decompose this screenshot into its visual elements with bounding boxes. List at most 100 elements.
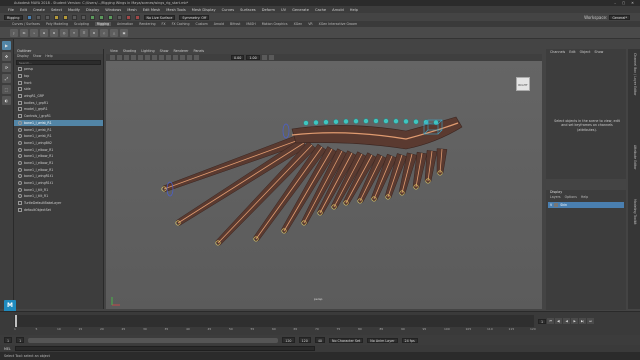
live-surface-dropdown[interactable]: No Live Surface bbox=[143, 14, 176, 20]
tab-edit[interactable]: Edit bbox=[569, 49, 575, 55]
outliner-item[interactable]: bone1_l_tilt_R1 bbox=[14, 186, 103, 193]
shelf-tool-icon[interactable]: ✦ bbox=[70, 28, 78, 37]
menu-edit-mesh[interactable]: Edit Mesh bbox=[143, 8, 161, 12]
color-management-icon[interactable] bbox=[268, 55, 274, 60]
play-backwards-icon[interactable]: ◀ bbox=[563, 318, 571, 324]
outliner-item[interactable]: defaultObjectSet bbox=[14, 206, 103, 213]
fps-dropdown[interactable]: 24 fps bbox=[401, 337, 418, 343]
range-start-field[interactable]: 1 bbox=[4, 337, 13, 343]
shelf-tab-mash[interactable]: MASH bbox=[246, 22, 255, 26]
viewcube[interactable]: RIGHT bbox=[516, 77, 530, 91]
outliner-item[interactable]: Controls_l_grpR1 bbox=[14, 113, 103, 120]
outliner-item[interactable]: bone1_l_wrist_R1 bbox=[14, 133, 103, 140]
tab-channel-box[interactable]: Channel Box / Layer Editor bbox=[633, 53, 637, 95]
range-inner-end-field[interactable]: 120 bbox=[282, 337, 295, 343]
select-hierarchy-icon[interactable] bbox=[71, 14, 77, 20]
shelf-tab-xgen[interactable]: XGen bbox=[294, 22, 303, 26]
outliner-item[interactable]: wingR1_GRP bbox=[14, 93, 103, 100]
viewport-canvas[interactable] bbox=[106, 61, 542, 309]
tab-channels[interactable]: Channels bbox=[550, 49, 565, 55]
outliner-item[interactable]: bone1_l_wingBlt2 bbox=[14, 140, 103, 147]
range-slider-bar[interactable] bbox=[28, 337, 279, 343]
menu-uv[interactable]: UV bbox=[281, 8, 286, 12]
layer-row[interactable]: V Skin bbox=[548, 202, 624, 208]
ipr-render-icon[interactable] bbox=[134, 14, 140, 20]
outliner-item[interactable]: bone1_l_wrist_R1 bbox=[14, 119, 103, 127]
current-frame-field[interactable]: 1 bbox=[538, 318, 547, 324]
outliner-item[interactable]: side bbox=[14, 86, 103, 93]
shelf-tab-fx-caching[interactable]: FX Caching bbox=[172, 22, 190, 26]
outliner-item[interactable]: bone1_l_wrist_R1 bbox=[14, 126, 103, 133]
maximize-button[interactable]: ▢ bbox=[622, 1, 625, 5]
tab-attribute-editor[interactable]: Attribute Editor bbox=[633, 145, 637, 170]
snap-point-icon[interactable] bbox=[107, 14, 113, 20]
menu-generate[interactable]: Generate bbox=[292, 8, 309, 12]
character-set-dropdown[interactable]: No Character Set bbox=[329, 337, 364, 343]
range-end-field[interactable]: 120 bbox=[298, 337, 311, 343]
shelf-tab-rendering[interactable]: Rendering bbox=[139, 22, 155, 26]
shelf-tab-rigging[interactable]: Rigging bbox=[94, 22, 111, 26]
move-tool-icon[interactable]: ✥ bbox=[2, 52, 11, 61]
outliner-item[interactable]: top bbox=[14, 73, 103, 80]
range-inner-start-field[interactable]: 1 bbox=[16, 337, 25, 343]
layer-menu-help[interactable]: Help bbox=[581, 195, 588, 200]
shelf-tab-animation[interactable]: Animation bbox=[117, 22, 133, 26]
symmetry-dropdown[interactable]: Symmetry: Off bbox=[179, 14, 210, 20]
shelf-tab-xgen-interactive-groom[interactable]: XGen Interactive Groom bbox=[319, 22, 358, 26]
menu-cache[interactable]: Cache bbox=[315, 8, 326, 12]
isolate-select-icon[interactable] bbox=[261, 55, 267, 60]
outliner-item[interactable]: bone1_l_elbow_R1 bbox=[14, 146, 103, 153]
outliner-menu-help[interactable]: Help bbox=[45, 54, 52, 59]
menu-deform[interactable]: Deform bbox=[262, 8, 275, 12]
shelf-tab-curves-surfaces[interactable]: Curves / Surfaces bbox=[12, 22, 40, 26]
history-icon[interactable] bbox=[116, 14, 122, 20]
shelf-tab-bifrost[interactable]: Bifrost bbox=[230, 22, 240, 26]
menu-create[interactable]: Create bbox=[33, 8, 45, 12]
outliner-item[interactable]: bone1_l_elbow_R1 bbox=[14, 166, 103, 173]
redo-icon[interactable] bbox=[62, 14, 68, 20]
time-slider-track[interactable] bbox=[14, 315, 534, 327]
smooth-shade-icon[interactable] bbox=[159, 55, 164, 60]
shelf-tool-icon[interactable]: ⌁ bbox=[30, 28, 38, 37]
new-scene-icon[interactable] bbox=[26, 14, 32, 20]
outliner-item[interactable]: front bbox=[14, 79, 103, 86]
menu-edit[interactable]: Edit bbox=[20, 8, 27, 12]
menu-mesh-tools[interactable]: Mesh Tools bbox=[166, 8, 185, 12]
outliner-menu-show[interactable]: Show bbox=[33, 54, 42, 59]
go-to-start-icon[interactable]: ⏮ bbox=[547, 318, 555, 324]
soft-select-icon[interactable]: ◐ bbox=[2, 96, 11, 105]
shadows-icon[interactable] bbox=[180, 55, 185, 60]
workspace-dropdown[interactable]: General* bbox=[609, 14, 630, 20]
shelf-tab-fx[interactable]: FX bbox=[162, 22, 166, 26]
image-plane-icon[interactable] bbox=[124, 55, 129, 60]
shelf-tool-icon[interactable]: IK bbox=[20, 28, 28, 37]
layer-color-swatch[interactable] bbox=[554, 203, 559, 207]
tab-show[interactable]: Show bbox=[594, 49, 603, 55]
shelf-tab-motion-graphics[interactable]: Motion Graphics bbox=[262, 22, 288, 26]
step-back-key-icon[interactable]: ◀| bbox=[555, 318, 563, 324]
scale-tool-icon[interactable]: ⤢ bbox=[2, 74, 11, 83]
outliner-item[interactable]: bone1_l_tilt_R1 bbox=[14, 193, 103, 200]
xray-icon[interactable] bbox=[187, 55, 192, 60]
step-forward-key-icon[interactable]: ▶| bbox=[579, 318, 587, 324]
grid-icon[interactable] bbox=[131, 55, 136, 60]
outliner-item[interactable]: bone1_l_wingR1t1 bbox=[14, 173, 103, 180]
select-object-icon[interactable] bbox=[80, 14, 86, 20]
camera-icon[interactable] bbox=[110, 55, 115, 60]
render-icon[interactable] bbox=[125, 14, 131, 20]
tab-object[interactable]: Object bbox=[580, 49, 591, 55]
menu-mesh-display[interactable]: Mesh Display bbox=[192, 8, 216, 12]
select-tool-icon[interactable]: ▶ bbox=[2, 41, 11, 50]
textured-icon[interactable] bbox=[166, 55, 171, 60]
lasso-tool-icon[interactable]: ⬚ bbox=[2, 85, 11, 94]
wireframe-icon[interactable] bbox=[152, 55, 157, 60]
layer-visibility-toggle[interactable]: V bbox=[550, 203, 552, 207]
menu-set-dropdown[interactable]: Rigging bbox=[4, 14, 23, 20]
range-extra-field[interactable]: 40 bbox=[314, 337, 326, 343]
shelf-tool-icon[interactable]: ☰ bbox=[80, 28, 88, 37]
anim-layer-dropdown[interactable]: No Anim Layer bbox=[367, 337, 398, 343]
outliner-item[interactable]: TurtleDefaultBakeLayer bbox=[14, 200, 103, 207]
command-input[interactable] bbox=[14, 346, 315, 351]
outliner-item[interactable]: bodies_l_grpR1 bbox=[14, 99, 103, 106]
shelf-tool-icon[interactable]: ◇ bbox=[100, 28, 108, 37]
